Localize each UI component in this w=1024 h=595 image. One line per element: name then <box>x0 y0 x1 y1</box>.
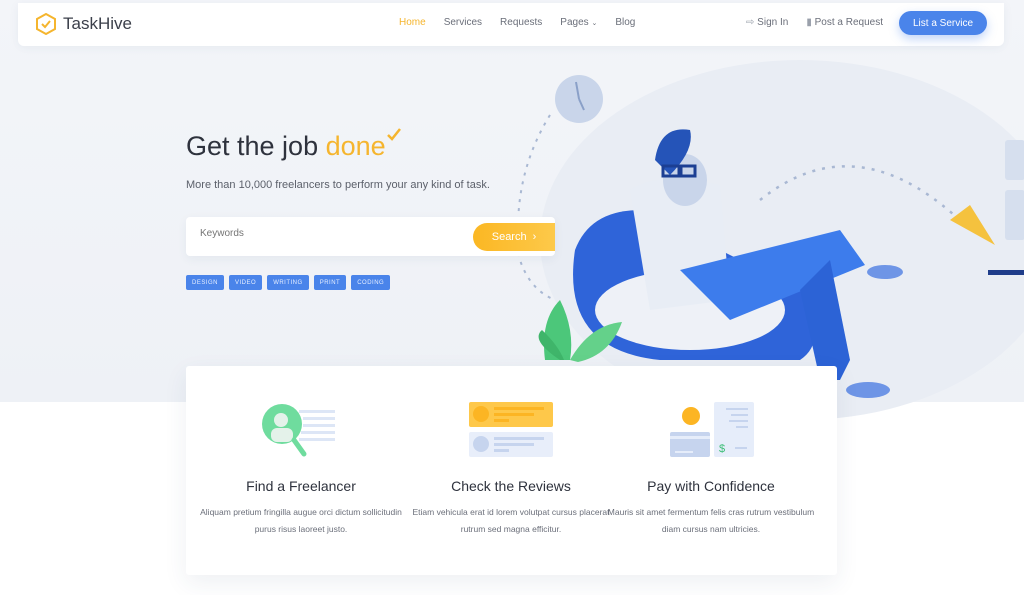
search-bar: Search › <box>186 217 555 256</box>
hero-section <box>0 0 1024 420</box>
feature-title: Check the Reviews <box>451 478 571 494</box>
tag-design[interactable]: DESIGN <box>186 275 225 290</box>
sign-in-icon: ⇨ <box>746 17 755 28</box>
nav-requests[interactable]: Requests <box>500 17 542 28</box>
search-button-label: Search <box>491 231 527 243</box>
feature-text: Etiam vehicula erat id lorem volutpat cu… <box>412 507 610 534</box>
post-request-link[interactable]: ▮ Post a Request <box>806 17 883 28</box>
hero-title-prefix: Get the job <box>186 131 319 161</box>
document-icon: ▮ <box>806 17 812 28</box>
tag-video[interactable]: VIDEO <box>229 275 263 290</box>
nav-pages-label: Pages <box>560 17 589 28</box>
sign-in-link[interactable]: ⇨ Sign In <box>746 17 788 28</box>
sign-in-label: Sign In <box>757 17 789 28</box>
nav-pages[interactable]: Pages ⌄ <box>560 17 597 28</box>
features-card: Find a Freelancer Aliquam pretium fringi… <box>186 366 837 575</box>
feature-title: Pay with Confidence <box>647 478 775 494</box>
feature-text: Aliquam pretium fringilla augue orci dic… <box>200 507 402 534</box>
paper-plane-icon <box>950 205 995 245</box>
reviews-icon <box>469 402 553 457</box>
logo[interactable]: TaskHive <box>36 13 132 35</box>
hero-illustration <box>517 75 1024 398</box>
header-actions: ⇨ Sign In ▮ Post a Request <box>746 17 883 28</box>
payment-icon: $ <box>670 402 754 457</box>
tag-print[interactable]: PRINT <box>313 275 347 290</box>
hexagon-check-logo-icon <box>36 13 56 35</box>
brand-name: TaskHive <box>63 14 132 33</box>
keywords-input[interactable] <box>200 228 450 239</box>
main-nav: Home Services Requests Pages ⌄ Blog <box>399 17 635 28</box>
search-button[interactable]: Search › <box>473 223 555 251</box>
hero-subtitle: More than 10,000 freelancers to perform … <box>186 179 490 191</box>
feature-title: Find a Freelancer <box>246 478 356 494</box>
nav-services[interactable]: Services <box>444 17 482 28</box>
hero-title-accent: done <box>325 131 386 161</box>
hero-title: Get the job done <box>186 128 402 162</box>
chevron-right-icon: › <box>532 231 537 243</box>
top-navbar: TaskHive Home Services Requests Pages ⌄ … <box>18 3 1004 46</box>
tag-list: DESIGN VIDEO WRITING PRINT CODING <box>186 275 391 290</box>
nav-home[interactable]: Home <box>399 17 426 28</box>
chevron-down-icon: ⌄ <box>591 20 598 27</box>
list-service-button[interactable]: List a Service <box>899 11 987 35</box>
feature-text: Mauris sit amet fermentum felis cras rut… <box>607 507 815 534</box>
search-person-icon <box>262 404 335 457</box>
tag-writing[interactable]: WRITING <box>267 275 309 290</box>
svg-text:$: $ <box>719 443 725 455</box>
post-request-label: Post a Request <box>814 17 883 28</box>
tag-coding[interactable]: CODING <box>351 275 391 290</box>
nav-blog[interactable]: Blog <box>615 17 635 28</box>
checkmark-icon <box>386 128 401 141</box>
